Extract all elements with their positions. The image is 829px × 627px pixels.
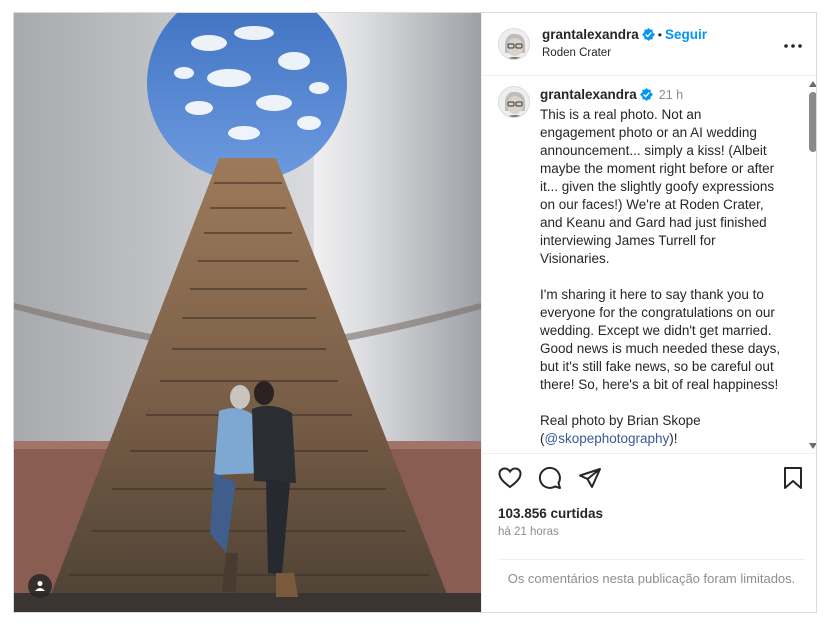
post-side-panel: grantalexandra • Seguir Roden Crater grant… [481, 13, 816, 612]
caption-time[interactable]: 21 h [659, 88, 683, 102]
verified-badge-icon [639, 88, 653, 106]
comment-button[interactable] [536, 466, 564, 494]
save-button[interactable] [779, 466, 807, 494]
username-link[interactable]: grantalexandra [542, 27, 639, 42]
likes-count[interactable]: 103.856 curtidas [482, 506, 816, 524]
comment-icon [538, 466, 562, 495]
caption-line: it... given the slightly goofy expressio… [540, 179, 775, 194]
photo-image [14, 13, 481, 612]
location-link[interactable]: Roden Crater [542, 45, 781, 62]
caption-line: This is a real photo. Not an [540, 107, 702, 122]
caption-line: wedding. Except we didn't get married. [540, 323, 772, 338]
caption-scrollbar[interactable] [807, 76, 816, 453]
caption-line: on our faces!) We're at Roden Crater, [540, 197, 764, 212]
scroll-thumb[interactable] [809, 92, 816, 152]
caption-line: maybe the moment right before or after [540, 161, 775, 176]
caption-line: Visionaries. [540, 251, 610, 266]
instagram-post: grantalexandra • Seguir Roden Crater grant… [13, 12, 817, 613]
share-icon [578, 467, 602, 494]
share-button[interactable] [576, 466, 604, 494]
mention-link[interactable]: @skopephotography [545, 431, 670, 446]
bookmark-icon [783, 466, 803, 495]
post-header: grantalexandra • Seguir Roden Crater [482, 13, 816, 76]
credit-mention-line: (@skopephotography)! [540, 430, 805, 448]
caption-body: grantalexandra 21 h This is a real photo.… [540, 86, 805, 448]
caption-line: there! So, here's a bit of real happines… [540, 377, 779, 392]
user-tag-button[interactable] [28, 574, 52, 598]
caption-text: This is a real photo. Not an engagement … [540, 106, 805, 448]
like-button[interactable] [496, 466, 524, 494]
caption-line: I'm sharing it here to say thank you to [540, 287, 764, 302]
caption-line: Good news is much needed these days, [540, 341, 781, 356]
action-bar [482, 454, 816, 506]
credit-line: Real photo by Brian Skope [540, 413, 701, 428]
caption-username-link[interactable]: grantalexandra [540, 87, 637, 102]
scroll-down-arrow[interactable] [809, 443, 816, 449]
comments-limited-notice: Os comentários nesta publicação foram li… [498, 559, 805, 612]
caption-line: everyone for the congratulations on our [540, 305, 775, 320]
more-options-icon [784, 35, 802, 53]
avatar[interactable] [498, 28, 530, 60]
separator-dot: • [657, 28, 662, 42]
caption-avatar[interactable] [498, 86, 530, 118]
caption-scroll-area[interactable]: grantalexandra 21 h This is a real photo.… [482, 76, 816, 454]
verified-badge-icon [641, 28, 655, 45]
caption-line: interviewing James Turrell for [540, 233, 716, 248]
caption-line: announcement... simply a kiss! (Albeit [540, 143, 767, 158]
credit-close: )! [669, 431, 678, 446]
scroll-up-arrow[interactable] [809, 81, 816, 87]
post-timestamp[interactable]: há 21 horas [482, 524, 816, 542]
more-options-button[interactable] [781, 32, 805, 56]
heart-icon [498, 466, 522, 494]
caption-line: but it's still fake news, so be careful … [540, 359, 774, 374]
header-meta: grantalexandra • Seguir Roden Crater [542, 26, 781, 62]
post-photo[interactable] [14, 13, 481, 612]
caption-line: engagement photo or an AI wedding [540, 125, 757, 140]
caption: grantalexandra 21 h This is a real photo.… [482, 76, 816, 448]
follow-button[interactable]: Seguir [665, 27, 707, 42]
user-tag-icon [34, 580, 46, 592]
caption-line: and Keanu and Gard had just finished [540, 215, 767, 230]
